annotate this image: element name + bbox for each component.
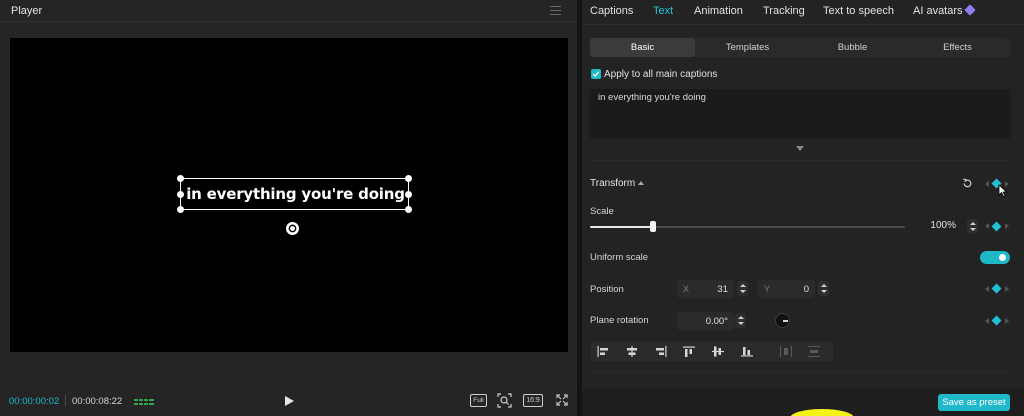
keyframe-prev-icon[interactable] (985, 286, 989, 292)
scale-label: Scale (590, 206, 614, 217)
resize-handle-left[interactable] (177, 191, 184, 198)
apply-all-label: Apply to all main captions (604, 69, 718, 80)
cursor-icon (998, 184, 1008, 197)
align-right-icon[interactable] (655, 346, 667, 357)
menu-icon[interactable] (550, 6, 562, 16)
tab-captions[interactable]: Captions (590, 5, 633, 17)
total-time: 00:00:08:22 (72, 396, 123, 407)
chevron-down-icon[interactable] (796, 146, 804, 151)
y-axis-label: Y (764, 284, 771, 294)
aspect-ratio-button[interactable]: 16:9 (523, 394, 543, 407)
current-time: 00:00:00:02 (9, 396, 60, 407)
scale-slider-thumb[interactable] (650, 221, 656, 232)
ai-gem-icon (963, 4, 976, 16)
section-divider (590, 372, 1010, 373)
position-keyframe-icon[interactable] (991, 283, 1002, 294)
caption-text-value[interactable]: in everything you're doing (598, 92, 706, 103)
position-x-value[interactable]: 31 (717, 284, 728, 295)
property-tabs: Captions Text Animation Tracking Text to… (582, 0, 1024, 24)
uniform-scale-toggle[interactable] (980, 251, 1010, 264)
resize-handle-right[interactable] (405, 191, 412, 198)
rotation-stepper[interactable] (735, 313, 746, 328)
play-icon[interactable] (283, 395, 295, 407)
resize-handle-bottom-left[interactable] (177, 206, 184, 213)
position-label: Position (590, 284, 624, 295)
rotation-keyframe-icon[interactable] (991, 315, 1002, 326)
position-y-stepper[interactable] (818, 281, 829, 296)
player-header: Player (0, 0, 577, 22)
rotation-field[interactable]: 0.00° (677, 312, 734, 330)
chevron-up-icon (638, 181, 645, 185)
transform-title: Transform (590, 178, 636, 189)
scale-value[interactable]: 100% (912, 220, 956, 231)
tab-animation[interactable]: Animation (694, 5, 743, 17)
save-as-preset-button[interactable]: Save as preset (938, 394, 1010, 411)
player-controls: 00:00:00:02 00:00:08:22 Full 16:9 (0, 388, 577, 416)
alignment-toolbar (591, 342, 833, 361)
keyframe-next-icon[interactable] (1005, 318, 1009, 324)
player-title: Player (11, 5, 43, 17)
text-subtabs: Basic Templates Bubble Effects (590, 38, 1010, 57)
position-x-stepper[interactable] (737, 281, 748, 296)
align-center-icon[interactable] (626, 346, 638, 357)
keyframe-next-icon[interactable] (1005, 223, 1009, 229)
scale-keyframe-icon[interactable] (991, 221, 1002, 232)
full-quality-button[interactable]: Full (470, 394, 487, 407)
position-y-value[interactable]: 0 (804, 284, 809, 295)
align-bottom-icon[interactable] (741, 346, 753, 357)
scale-stepper[interactable] (967, 219, 978, 234)
tab-ai-avatars-label: AI avatars (913, 5, 963, 17)
transform-header[interactable]: Transform (590, 178, 645, 189)
uniform-scale-label: Uniform scale (590, 252, 649, 263)
tab-text[interactable]: Text (653, 5, 673, 17)
keyframe-next-icon[interactable] (1005, 286, 1009, 292)
checkmark-icon[interactable] (591, 69, 601, 79)
align-middle-icon[interactable] (712, 346, 724, 357)
toggle-knob (999, 254, 1006, 261)
position-y-field[interactable]: Y 0 (758, 280, 815, 298)
tabs-divider (582, 24, 1024, 25)
align-left-icon[interactable] (597, 346, 609, 357)
tab-ai-avatars[interactable]: AI avatars (913, 4, 976, 17)
tab-text-to-speech[interactable]: Text to speech (823, 5, 894, 17)
time-separator (65, 395, 66, 406)
rotate-icon[interactable] (286, 222, 299, 235)
subtab-effects[interactable]: Effects (905, 38, 1010, 57)
keyframe-prev-icon[interactable] (985, 181, 989, 187)
reset-icon[interactable] (962, 178, 973, 189)
section-divider (590, 160, 1010, 161)
caption-text[interactable]: in everything you're doing (181, 185, 410, 203)
tab-tracking[interactable]: Tracking (763, 5, 805, 17)
plane-rotation-label: Plane rotation (590, 315, 649, 326)
caption-bounding-box[interactable]: in everything you're doing (177, 175, 412, 213)
subtab-bubble[interactable]: Bubble (800, 38, 905, 57)
player-panel: Player in everything you're doing 00:00:… (0, 0, 577, 416)
resize-handle-top-right[interactable] (405, 175, 412, 182)
caption-text-input[interactable]: in everything you're doing (590, 89, 1010, 139)
subtab-templates[interactable]: Templates (695, 38, 800, 57)
scale-slider[interactable] (590, 226, 905, 228)
waveform-icon[interactable] (134, 397, 154, 407)
fullscreen-icon[interactable] (556, 394, 568, 406)
zoom-fit-icon[interactable] (497, 393, 512, 408)
resize-handle-top-left[interactable] (177, 175, 184, 182)
subtab-basic[interactable]: Basic (590, 38, 695, 57)
distribute-horizontal-icon[interactable] (780, 346, 792, 357)
rotation-value[interactable]: 0.00° (706, 316, 728, 327)
video-canvas[interactable]: in everything you're doing (10, 38, 568, 352)
distribute-vertical-icon[interactable] (808, 346, 820, 357)
scale-slider-fill (590, 226, 653, 228)
resize-handle-bottom-right[interactable] (405, 206, 412, 213)
x-axis-label: X (683, 284, 690, 294)
align-top-icon[interactable] (683, 346, 695, 357)
rotation-dial[interactable] (775, 313, 790, 328)
properties-panel: Captions Text Animation Tracking Text to… (582, 0, 1024, 416)
keyframe-prev-icon[interactable] (985, 318, 989, 324)
position-x-field[interactable]: X 31 (677, 280, 734, 298)
keyframe-prev-icon[interactable] (985, 223, 989, 229)
